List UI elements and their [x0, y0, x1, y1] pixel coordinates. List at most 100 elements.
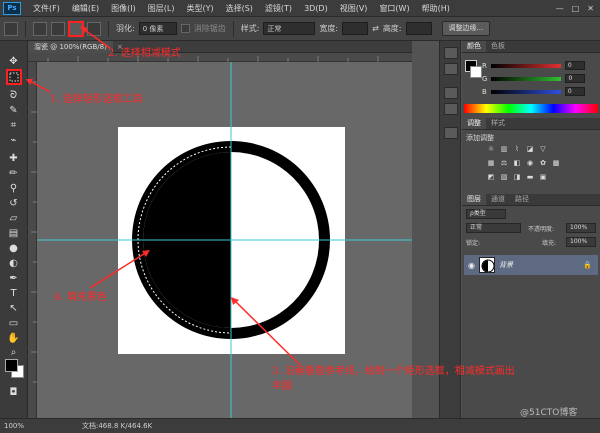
gradient-tool-icon[interactable]: ▤: [5, 227, 22, 241]
blend-mode-select[interactable]: 正常: [466, 223, 521, 233]
height-input[interactable]: [405, 22, 432, 35]
menu-file[interactable]: 文件(F): [27, 3, 66, 14]
history-brush-tool-icon[interactable]: ↺: [5, 197, 22, 211]
crop-tool-icon[interactable]: ⌗: [5, 119, 22, 133]
blur-tool-icon[interactable]: ●: [5, 242, 22, 256]
opacity-input[interactable]: 100%: [566, 223, 596, 233]
properties-panel-icon[interactable]: [444, 63, 458, 75]
tab-color[interactable]: 颜色: [462, 41, 486, 52]
refine-edge-button[interactable]: 调整边缘...: [441, 21, 491, 36]
brightness-icon[interactable]: ☼: [486, 145, 496, 154]
value-g[interactable]: 0: [565, 74, 586, 83]
type-tool-icon[interactable]: T: [5, 287, 22, 301]
photo-filter-icon[interactable]: ◉: [525, 159, 535, 168]
menu-type[interactable]: 类型(Y): [180, 3, 219, 14]
posterize-icon[interactable]: ▧: [499, 173, 509, 182]
antialias-checkbox[interactable]: [180, 24, 190, 33]
marquee-preset-icon[interactable]: [4, 21, 18, 36]
quick-select-tool-icon[interactable]: ✎: [5, 104, 22, 118]
swap-icon[interactable]: ⇄: [372, 24, 379, 33]
eraser-tool-icon[interactable]: ▱: [5, 212, 22, 226]
pen-tool-icon[interactable]: ✒: [5, 272, 22, 286]
value-r[interactable]: 0: [564, 61, 585, 70]
tab-swatches[interactable]: 色板: [486, 41, 510, 52]
rect-marquee-tool-icon[interactable]: [6, 69, 22, 85]
intersect-selection-icon[interactable]: [87, 21, 101, 36]
menu-help[interactable]: 帮助(H): [416, 3, 456, 14]
layer-name[interactable]: 背景: [499, 260, 513, 270]
divider: [232, 20, 234, 37]
menu-edit[interactable]: 编辑(E): [66, 3, 105, 14]
shape-tool-icon[interactable]: ▭: [5, 317, 22, 331]
tab-adjustments[interactable]: 调整: [462, 118, 486, 129]
width-input[interactable]: [342, 22, 369, 35]
style-select[interactable]: 正常: [263, 22, 316, 35]
menu-layer[interactable]: 图层(L): [142, 3, 181, 14]
annotation-step1: 1. 选择矩形选框工具: [50, 94, 143, 105]
eyedropper-tool-icon[interactable]: ⌁: [5, 134, 22, 148]
style-label: 样式:: [240, 24, 260, 33]
close-window-button[interactable]: ✕: [587, 4, 594, 13]
threshold-icon[interactable]: ◨: [512, 173, 522, 182]
add-selection-icon[interactable]: [51, 21, 65, 36]
slider-bar-r[interactable]: [490, 63, 561, 68]
tab-channels[interactable]: 通道: [486, 194, 510, 205]
hue-icon[interactable]: ▦: [486, 159, 496, 168]
slider-bar-g[interactable]: [491, 76, 562, 81]
slider-g[interactable]: G 0: [482, 74, 586, 83]
clone-stamp-tool-icon[interactable]: ⚲: [5, 182, 22, 196]
layer-row[interactable]: ◉ 背景 🔒: [464, 255, 598, 275]
gradient-map-icon[interactable]: ▬: [525, 173, 535, 182]
menu-select[interactable]: 选择(S): [220, 3, 259, 14]
bw-icon[interactable]: ◧: [512, 159, 522, 168]
levels-icon[interactable]: ▥: [499, 145, 509, 154]
selective-color-icon[interactable]: ▣: [538, 173, 548, 182]
document-tab[interactable]: 溜瓷 @ 100%(RGB/8): [28, 40, 113, 53]
brush-panel-icon[interactable]: [444, 127, 458, 139]
menu-image[interactable]: 图像(I): [105, 3, 142, 14]
invert-icon[interactable]: ◩: [486, 173, 496, 182]
history-panel-icon[interactable]: [444, 47, 458, 59]
slider-r[interactable]: R 0: [482, 61, 585, 70]
feather-input[interactable]: 0 像素: [138, 22, 177, 35]
color-swatches[interactable]: [4, 358, 26, 380]
mixer-icon[interactable]: ✿: [538, 159, 548, 168]
paragraph-panel-icon[interactable]: [444, 103, 458, 115]
move-tool-icon[interactable]: ✥: [5, 55, 22, 69]
subtract-selection-icon[interactable]: [69, 21, 83, 36]
maximize-button[interactable]: □: [572, 4, 580, 13]
balance-icon[interactable]: ⚖: [499, 159, 509, 168]
new-selection-icon[interactable]: [33, 21, 47, 36]
path-selection-tool-icon[interactable]: ↖: [5, 302, 22, 316]
tab-styles[interactable]: 样式: [486, 118, 510, 129]
height-label: 高度:: [382, 24, 402, 33]
lasso-tool-icon[interactable]: ᘐ: [5, 89, 22, 103]
fill-input[interactable]: 100%: [566, 237, 596, 247]
dodge-tool-icon[interactable]: ◐: [5, 257, 22, 271]
value-b[interactable]: 0: [564, 87, 585, 96]
foreground-color-swatch[interactable]: [5, 359, 18, 372]
curves-icon[interactable]: ⌇: [512, 145, 522, 154]
layer-kind-filter[interactable]: ρ类型: [466, 209, 506, 219]
lookup-icon[interactable]: ▩: [551, 159, 561, 168]
tab-layers[interactable]: 图层: [462, 194, 486, 205]
healing-brush-tool-icon[interactable]: ✚: [5, 152, 22, 166]
slider-b[interactable]: B 0: [482, 87, 585, 96]
menu-3d[interactable]: 3D(D): [298, 4, 334, 13]
exposure-icon[interactable]: ◪: [525, 145, 535, 154]
menu-view[interactable]: 视图(V): [334, 3, 374, 14]
hand-tool-icon[interactable]: ✋: [5, 332, 22, 346]
color-spectrum-bar[interactable]: [464, 104, 598, 113]
quick-mask-icon[interactable]: ◘: [5, 386, 22, 400]
zoom-level[interactable]: 100%: [4, 422, 24, 430]
minimize-button[interactable]: —: [556, 4, 564, 13]
menu-window[interactable]: 窗口(W): [373, 3, 415, 14]
character-panel-icon[interactable]: [444, 87, 458, 99]
brush-tool-icon[interactable]: ✏: [5, 167, 22, 181]
vibrance-icon[interactable]: ▽: [538, 145, 548, 154]
color-bg-swatch[interactable]: [470, 66, 482, 78]
tab-paths[interactable]: 路径: [510, 194, 534, 205]
eye-icon[interactable]: ◉: [468, 261, 475, 270]
menu-filter[interactable]: 滤镜(T): [259, 3, 298, 14]
slider-bar-b[interactable]: [490, 89, 561, 94]
